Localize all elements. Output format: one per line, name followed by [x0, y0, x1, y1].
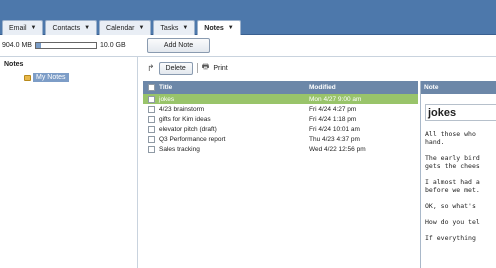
row-modified: Fri 4/24 1:18 pm — [309, 115, 357, 123]
quota-bar — [34, 41, 97, 49]
table-row[interactable]: 4/23 brainstorm Fri 4/24 4:27 pm — [143, 104, 418, 114]
print-icon[interactable]: 🖶 — [202, 61, 210, 75]
chevron-down-icon[interactable]: ▼ — [138, 25, 144, 31]
row-title: Q3 Performance report — [159, 135, 226, 143]
storage-quota: 904.0 MB 10.0 GB — [2, 39, 126, 51]
row-checkbox[interactable] — [147, 105, 155, 113]
folder-label: My Notes — [33, 73, 69, 82]
note-line: I almost had a — [425, 178, 480, 186]
note-line: hand. — [425, 138, 445, 146]
header-divider — [0, 56, 496, 57]
notes-list-header: Title Modified — [143, 81, 418, 94]
note-title-field[interactable]: jokes — [425, 104, 496, 121]
tab-tasks[interactable]: Tasks ▼ — [153, 20, 196, 35]
note-line: gets the chees — [425, 162, 480, 170]
tab-notes[interactable]: Notes ▼ — [197, 20, 241, 35]
module-tabs: Email ▼ Contacts ▼ Calendar ▼ Tasks ▼ No… — [2, 20, 241, 35]
tab-label: Calendar — [106, 24, 135, 32]
notes-list: jokes Mon 4/27 9:00 am 4/23 brainstorm F… — [143, 94, 418, 154]
chevron-down-icon[interactable]: ▼ — [182, 25, 188, 31]
row-checkbox[interactable] — [147, 135, 155, 143]
row-title: elevator pitch (draft) — [159, 125, 217, 133]
row-title: jokes — [159, 95, 175, 103]
quota-total: 10.0 GB — [99, 41, 126, 49]
row-modified: Wed 4/22 12:56 pm — [309, 145, 366, 153]
note-preview-pane: Note jokes All those who hand. The early… — [420, 81, 496, 268]
folder-icon — [24, 74, 31, 81]
chevron-down-icon[interactable]: ▼ — [228, 25, 234, 31]
row-modified: Fri 4/24 4:27 pm — [309, 105, 357, 113]
print-button[interactable]: Print — [213, 65, 227, 72]
tab-calendar[interactable]: Calendar ▼ — [99, 20, 152, 35]
table-row[interactable]: Q3 Performance report Thu 4/23 4:37 pm — [143, 134, 418, 144]
note-line: OK, so what's — [425, 202, 476, 210]
delete-button[interactable]: Delete — [158, 61, 193, 75]
row-modified: Thu 4/23 4:37 pm — [309, 135, 360, 143]
tab-contacts[interactable]: Contacts ▼ — [45, 20, 98, 35]
note-body[interactable]: All those who hand. The early bird gets … — [425, 130, 496, 242]
undo-icon[interactable]: ↱ — [147, 63, 155, 74]
tab-email[interactable]: Email ▼ — [2, 20, 44, 35]
sidebar-title: Notes — [4, 61, 24, 68]
row-title: 4/23 brainstorm — [159, 105, 205, 113]
note-line: All those who — [425, 130, 476, 138]
row-checkbox[interactable] — [147, 115, 155, 123]
row-title: gifts for Kim ideas — [159, 115, 211, 123]
row-modified: Mon 4/27 9:00 am — [309, 95, 362, 103]
table-row[interactable]: jokes Mon 4/27 9:00 am — [143, 94, 418, 104]
tab-label: Contacts — [52, 24, 81, 32]
row-modified: Fri 4/24 10:01 am — [309, 125, 360, 133]
chevron-down-icon[interactable]: ▼ — [84, 25, 90, 31]
row-checkbox[interactable] — [147, 145, 155, 153]
quota-fill — [35, 42, 42, 48]
note-line: If everything — [425, 234, 476, 242]
add-note-button[interactable]: Add Note — [147, 38, 210, 53]
pane-splitter[interactable] — [137, 57, 138, 268]
table-row[interactable]: Sales tracking Wed 4/22 12:56 pm — [143, 144, 418, 154]
row-checkbox[interactable] — [147, 95, 155, 103]
app-header: Email ▼ Contacts ▼ Calendar ▼ Tasks ▼ No… — [0, 0, 496, 35]
note-line: How do you tel — [425, 218, 480, 226]
row-title: Sales tracking — [159, 145, 200, 153]
table-row[interactable]: gifts for Kim ideas Fri 4/24 1:18 pm — [143, 114, 418, 124]
row-checkbox[interactable] — [147, 125, 155, 133]
select-all-checkbox[interactable] — [147, 84, 155, 91]
toolbar-separator — [196, 63, 198, 73]
tab-label: Tasks — [160, 24, 179, 32]
column-header-title[interactable]: Title — [159, 84, 309, 91]
quota-used: 904.0 MB — [2, 41, 32, 49]
tab-label: Notes — [204, 24, 224, 32]
note-line: The early bird — [425, 154, 480, 162]
chevron-down-icon[interactable]: ▼ — [31, 25, 37, 31]
column-header-modified[interactable]: Modified — [309, 84, 414, 91]
sidebar-item-my-notes[interactable]: My Notes — [24, 73, 69, 82]
tab-label: Email — [9, 24, 27, 32]
note-pane-header: Note — [421, 81, 496, 94]
note-line: before we met. — [425, 186, 480, 194]
notes-toolbar: ↱ Delete 🖶 Print — [147, 61, 228, 75]
table-row[interactable]: elevator pitch (draft) Fri 4/24 10:01 am — [143, 124, 418, 134]
